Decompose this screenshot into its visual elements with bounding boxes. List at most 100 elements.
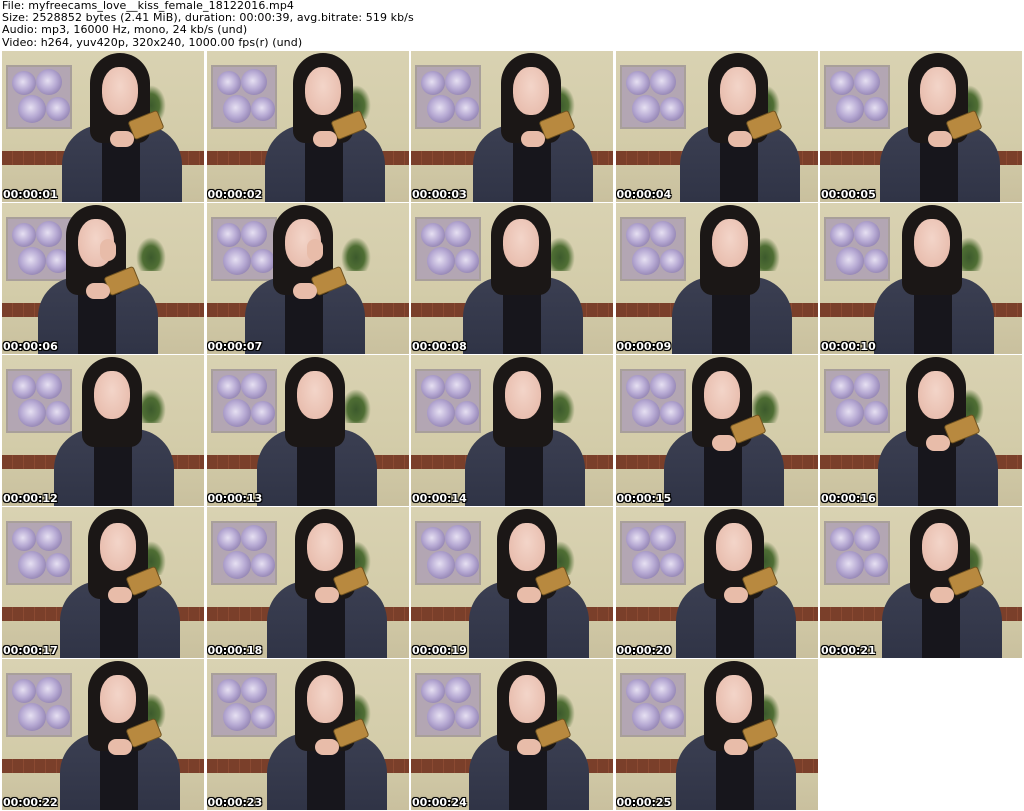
video-frame-thumbnail: 00:00:05 bbox=[820, 51, 1022, 202]
face-shape bbox=[306, 523, 343, 571]
rose-shape bbox=[625, 71, 650, 95]
frame-timestamp: 00:00:20 bbox=[616, 644, 672, 657]
hand-shape bbox=[292, 283, 317, 299]
video-frame-thumbnail: 00:00:24 bbox=[411, 659, 613, 810]
video-frame-thumbnail: 00:00:16 bbox=[820, 355, 1022, 506]
rose-shape bbox=[12, 223, 36, 247]
hand-shape bbox=[312, 131, 337, 147]
hand-shape bbox=[108, 587, 132, 603]
video-frame-thumbnail: 00:00:09 bbox=[615, 203, 818, 354]
raised-hand-shape bbox=[100, 239, 116, 261]
file-info-header: File: myfreecams_love__kiss_female_18122… bbox=[2, 0, 1022, 50]
person-figure bbox=[469, 509, 589, 658]
rose-shape bbox=[421, 71, 445, 95]
face-shape bbox=[920, 67, 956, 115]
rose-painting bbox=[824, 521, 890, 585]
person-figure bbox=[463, 205, 583, 354]
rose-shape bbox=[649, 69, 676, 95]
rose-shape bbox=[240, 677, 267, 703]
hand-shape bbox=[108, 739, 132, 755]
frame-timestamp: 00:00:16 bbox=[821, 492, 876, 505]
rose-shape bbox=[427, 551, 455, 579]
hand-shape bbox=[928, 131, 952, 147]
rose-shape bbox=[631, 95, 660, 123]
hand-shape bbox=[723, 587, 748, 603]
video-frame-thumbnail: 00:00:17 bbox=[2, 507, 204, 658]
rose-shape bbox=[649, 677, 676, 703]
frame-timestamp: 00:00:01 bbox=[3, 188, 58, 201]
hand-shape bbox=[86, 283, 110, 299]
rose-painting bbox=[619, 65, 686, 129]
rose-shape bbox=[222, 399, 251, 427]
face-shape bbox=[296, 371, 333, 419]
video-frame-thumbnail: 00:00:21 bbox=[820, 507, 1022, 658]
video-frame-thumbnail: 00:00:10 bbox=[820, 203, 1022, 354]
rose-shape bbox=[222, 551, 251, 579]
frame-timestamp: 00:00:22 bbox=[3, 796, 58, 809]
rose-shape bbox=[421, 527, 445, 551]
face-shape bbox=[304, 67, 341, 115]
frame-timestamp: 00:00:10 bbox=[821, 340, 876, 353]
rose-shape bbox=[649, 525, 676, 551]
face-shape bbox=[719, 67, 756, 115]
rose-shape bbox=[836, 247, 864, 275]
rose-shape bbox=[12, 71, 36, 95]
frame-timestamp: 00:00:07 bbox=[207, 340, 263, 353]
frame-timestamp: 00:00:05 bbox=[821, 188, 876, 201]
video-frame-thumbnail: 00:00:01 bbox=[2, 51, 204, 202]
hand-shape bbox=[517, 739, 541, 755]
rose-shape bbox=[216, 527, 241, 551]
video-frame-thumbnail: 00:00:14 bbox=[411, 355, 613, 506]
rose-shape bbox=[216, 679, 241, 703]
face-shape bbox=[503, 219, 539, 267]
rose-shape bbox=[421, 375, 445, 399]
face-shape bbox=[100, 523, 136, 571]
frame-timestamp: 00:00:02 bbox=[207, 188, 263, 201]
audio-info-line: Audio: mp3, 16000 Hz, mono, 24 kb/s (und… bbox=[2, 23, 248, 37]
rose-shape bbox=[240, 525, 267, 551]
rose-shape bbox=[12, 679, 36, 703]
person-figure bbox=[266, 661, 387, 810]
person-figure bbox=[38, 205, 158, 354]
frame-timestamp: 00:00:23 bbox=[207, 796, 263, 809]
rose-shape bbox=[18, 703, 46, 731]
rose-shape bbox=[12, 375, 36, 399]
person-figure bbox=[469, 661, 589, 810]
face-shape bbox=[306, 675, 343, 723]
rose-shape bbox=[427, 399, 455, 427]
person-figure bbox=[54, 357, 174, 506]
person-figure bbox=[675, 509, 796, 658]
video-frame-thumbnail: 00:00:03 bbox=[411, 51, 613, 202]
rose-shape bbox=[631, 399, 660, 427]
rose-shape bbox=[18, 399, 46, 427]
rose-shape bbox=[18, 551, 46, 579]
hand-shape bbox=[711, 435, 736, 451]
face-shape bbox=[513, 67, 549, 115]
rose-shape bbox=[18, 95, 46, 123]
video-info-line: Video: h264, yuv420p, 320x240, 1000.00 f… bbox=[2, 35, 303, 49]
person-figure bbox=[679, 53, 800, 202]
rose-shape bbox=[421, 223, 445, 247]
frame-timestamp: 00:00:12 bbox=[3, 492, 58, 505]
person-figure bbox=[874, 205, 994, 354]
frame-timestamp: 00:00:13 bbox=[207, 492, 263, 505]
face-shape bbox=[102, 67, 138, 115]
person-figure bbox=[264, 53, 385, 202]
video-frame-thumbnail: 00:00:13 bbox=[206, 355, 409, 506]
person-figure bbox=[465, 357, 585, 506]
rose-shape bbox=[427, 703, 455, 731]
person-figure bbox=[663, 357, 784, 506]
video-frame-thumbnail: 00:00:20 bbox=[615, 507, 818, 658]
rose-shape bbox=[421, 679, 445, 703]
video-frame-thumbnail: 00:00:23 bbox=[206, 659, 409, 810]
rose-shape bbox=[625, 679, 650, 703]
rose-shape bbox=[36, 69, 62, 95]
video-frame-thumbnail: 00:00:06 bbox=[2, 203, 204, 354]
video-frame-thumbnail: 00:00:08 bbox=[411, 203, 613, 354]
hand-shape bbox=[110, 131, 134, 147]
rose-shape bbox=[36, 525, 62, 551]
frame-timestamp: 00:00:15 bbox=[616, 492, 672, 505]
face-shape bbox=[914, 219, 950, 267]
rose-shape bbox=[631, 703, 660, 731]
face-shape bbox=[509, 523, 545, 571]
